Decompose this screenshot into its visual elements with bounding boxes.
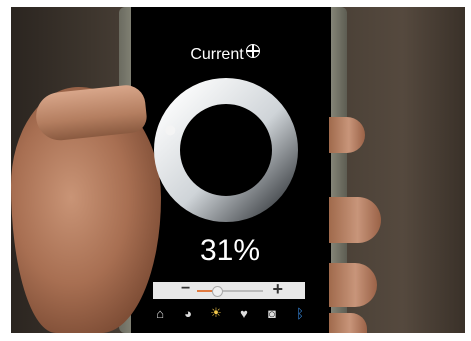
crosshair-icon[interactable] [245,44,260,58]
slider-knob[interactable] [212,286,224,297]
camera-icon[interactable]: ◙ [264,305,280,321]
tab-bar: ⌂ ◕ ☀ ♥ ◙ ᛒ [152,303,308,323]
finger-2 [329,197,381,243]
finger-4 [329,313,367,333]
globe-icon[interactable]: ◕ [180,305,196,321]
finger-3 [329,263,377,307]
level-ring[interactable] [146,70,306,230]
heart-icon[interactable]: ♥ [236,305,252,321]
screen-title: Current [170,44,280,64]
ring-track [154,78,298,222]
screen-title-label: Current [190,46,244,63]
decrease-button[interactable]: − [181,280,190,298]
bluetooth-icon[interactable]: ᛒ [292,305,308,321]
level-percent: 31% [199,234,261,267]
sun-icon[interactable]: ☀ [208,305,224,321]
home-icon[interactable]: ⌂ [152,305,168,321]
finger-1 [329,117,365,153]
increase-button[interactable]: + [272,279,283,300]
ring-knob[interactable] [165,125,176,136]
level-slider[interactable]: − + [153,279,305,300]
